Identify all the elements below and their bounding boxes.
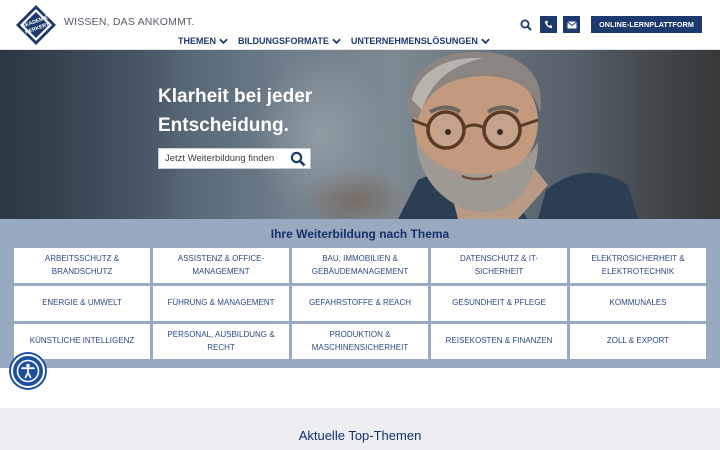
main-nav: THEMEN BILDUNGSFORMATE UNTERNEHMENSLÖSUN… xyxy=(178,36,490,46)
topics-heading: Ihre Weiterbildung nach Thema xyxy=(270,227,450,241)
hero-headline: Klarheit bei jeder Entscheidung. xyxy=(158,86,313,136)
topic-tile[interactable]: FÜHRUNG & MANAGEMENT xyxy=(153,286,289,321)
topic-tile[interactable]: ARBEITSSCHUTZ & BRANDSCHUTZ xyxy=(14,248,150,283)
topic-tile[interactable]: GESUNDHEIT & PFLEGE xyxy=(431,286,567,321)
topic-tile[interactable]: PERSONAL, AUSBILDUNG & RECHT xyxy=(153,324,289,359)
topic-tile[interactable]: BAU, IMMOBILIEN & GEBÄUDEMANAGEMENT xyxy=(292,248,428,283)
section-spacer xyxy=(0,368,720,408)
hero-portrait-image xyxy=(398,51,638,219)
tagline: WISSEN, DAS ANKOMMT. xyxy=(64,16,195,28)
nav-item-bildungsformate[interactable]: BILDUNGSFORMATE xyxy=(238,36,341,46)
online-lernplattform-button[interactable]: ONLINE-LERNPLATTFORM xyxy=(591,16,702,33)
phone-icon xyxy=(544,20,553,29)
topics-section: Ihre Weiterbildung nach Thema ARBEITSSCH… xyxy=(0,219,720,368)
topic-tile[interactable]: PRODUKTION & MASCHINENSICHERHEIT xyxy=(292,324,428,359)
site-header: AKADEMIE HERKERT WISSEN, DAS ANKOMMT. TH… xyxy=(0,0,720,50)
chevron-down-icon xyxy=(481,38,490,44)
nav-item-label: THEMEN xyxy=(178,36,216,46)
nav-item-label: UNTERNEHMENSLÖSUNGEN xyxy=(350,36,478,46)
topic-tile[interactable]: KÜNSTLICHE INTELLIGENZ xyxy=(14,324,150,359)
topics-grid: ARBEITSSCHUTZ & BRANDSCHUTZ ASSISTENZ & … xyxy=(14,248,706,359)
hero-banner: Klarheit bei jeder Entscheidung. xyxy=(0,50,720,219)
topic-tile[interactable]: ELEKTROSICHERHEIT & ELEKTROTECHNIK xyxy=(570,248,706,283)
header-actions: ONLINE-LERNPLATTFORM xyxy=(518,16,702,33)
accessibility-icon xyxy=(16,359,40,383)
top-themes-section: Aktuelle Top-Themen xyxy=(0,408,720,450)
email-button[interactable] xyxy=(563,16,581,33)
topic-tile[interactable]: GEFAHRSTOFFE & REACH xyxy=(292,286,428,321)
topic-tile[interactable]: DATENSCHUTZ & IT-SICHERHEIT xyxy=(431,248,567,283)
nav-item-label: BILDUNGSFORMATE xyxy=(238,36,329,46)
chevron-down-icon xyxy=(219,38,228,44)
nav-item-themen[interactable]: THEMEN xyxy=(178,36,228,46)
search-button[interactable] xyxy=(518,17,534,33)
envelope-icon xyxy=(566,20,577,28)
topic-tile[interactable]: ZOLL & EXPORT xyxy=(570,324,706,359)
hero-search-box xyxy=(158,148,311,169)
nav-item-unternehmensloesungen[interactable]: UNTERNEHMENSLÖSUNGEN xyxy=(351,36,490,46)
topic-tile[interactable]: ENERGIE & UMWELT xyxy=(14,286,150,321)
topic-tile[interactable]: ASSISTENZ & OFFICE-MANAGEMENT xyxy=(153,248,289,283)
akademie-herkert-logo[interactable]: AKADEMIE HERKERT xyxy=(15,4,57,46)
search-icon xyxy=(520,19,532,31)
search-icon[interactable] xyxy=(290,151,306,167)
course-search-input[interactable] xyxy=(165,153,283,164)
accessibility-button[interactable] xyxy=(11,354,45,388)
chevron-down-icon xyxy=(332,38,341,44)
topic-tile[interactable]: KOMMUNALES xyxy=(570,286,706,321)
topic-tile[interactable]: REISEKOSTEN & FINANZEN xyxy=(431,324,567,359)
top-themes-heading: Aktuelle Top-Themen xyxy=(298,428,422,443)
phone-button[interactable] xyxy=(540,16,558,33)
